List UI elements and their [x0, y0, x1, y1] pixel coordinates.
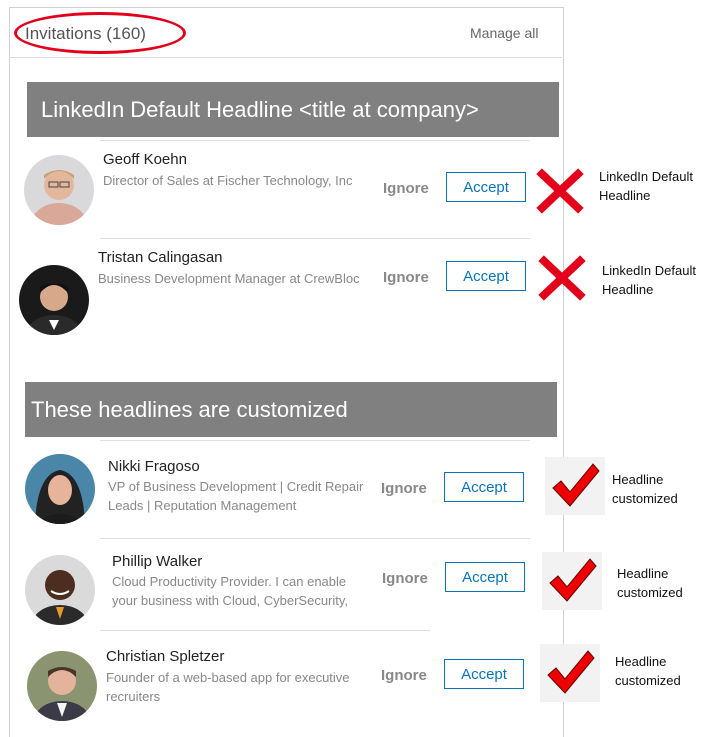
accept-button[interactable]: Accept: [444, 659, 524, 689]
row-divider: [100, 140, 530, 141]
annotation-note: LinkedIn Default Headline: [599, 169, 693, 203]
ignore-button[interactable]: Ignore: [381, 667, 427, 684]
ignore-button[interactable]: Ignore: [383, 180, 429, 197]
annotation-note: Headline customized: [612, 472, 678, 506]
invitation-name[interactable]: Geoff Koehn: [103, 151, 187, 168]
check-mark-icon: [547, 650, 595, 694]
accept-button[interactable]: Accept: [445, 562, 525, 592]
invitation-name[interactable]: Phillip Walker: [112, 553, 202, 570]
annotation-note: Headline customized: [617, 566, 683, 600]
row-divider: [100, 630, 430, 631]
accept-button[interactable]: Accept: [446, 172, 526, 202]
x-mark-icon: [538, 255, 586, 301]
invitation-name[interactable]: Nikki Fragoso: [108, 458, 200, 475]
row-divider: [100, 440, 530, 441]
avatar[interactable]: [19, 265, 89, 335]
row-divider: [100, 238, 530, 239]
accept-button[interactable]: Accept: [444, 472, 524, 502]
ignore-button[interactable]: Ignore: [383, 269, 429, 286]
ignore-button[interactable]: Ignore: [381, 480, 427, 497]
invitation-headline: Cloud Productivity Provider. I can enabl…: [112, 574, 349, 608]
default-headline-banner: LinkedIn Default Headline <title at comp…: [27, 82, 559, 137]
invitation-headline: Director of Sales at Fischer Technology,…: [103, 173, 353, 188]
annotation-note: LinkedIn Default Headline: [602, 263, 696, 297]
default-headline-banner-text: LinkedIn Default Headline <title at comp…: [41, 97, 479, 122]
invitation-name[interactable]: Tristan Calingasan: [98, 249, 223, 266]
highlight-oval: [14, 12, 186, 54]
manage-all-link[interactable]: Manage all: [470, 25, 539, 41]
accept-button[interactable]: Accept: [446, 261, 526, 291]
x-mark-icon: [536, 168, 584, 214]
annotation-note: Headline customized: [615, 654, 681, 688]
avatar[interactable]: [27, 651, 97, 721]
invitation-headline: Founder of a web-based app for executive…: [106, 670, 350, 704]
avatar[interactable]: [24, 155, 94, 225]
check-mark-icon: [552, 463, 600, 507]
invitation-name[interactable]: Christian Spletzer: [106, 648, 224, 665]
row-divider: [100, 538, 530, 539]
invitation-headline: Business Development Manager at CrewBloc: [98, 271, 360, 286]
customized-headline-banner: These headlines are customized: [25, 382, 557, 437]
ignore-button[interactable]: Ignore: [382, 570, 428, 587]
customized-headline-banner-text: These headlines are customized: [31, 397, 348, 422]
avatar[interactable]: [25, 454, 95, 524]
invitation-headline: VP of Business Development | Credit Repa…: [108, 479, 364, 513]
avatar[interactable]: [25, 555, 95, 625]
check-mark-icon: [549, 558, 597, 602]
